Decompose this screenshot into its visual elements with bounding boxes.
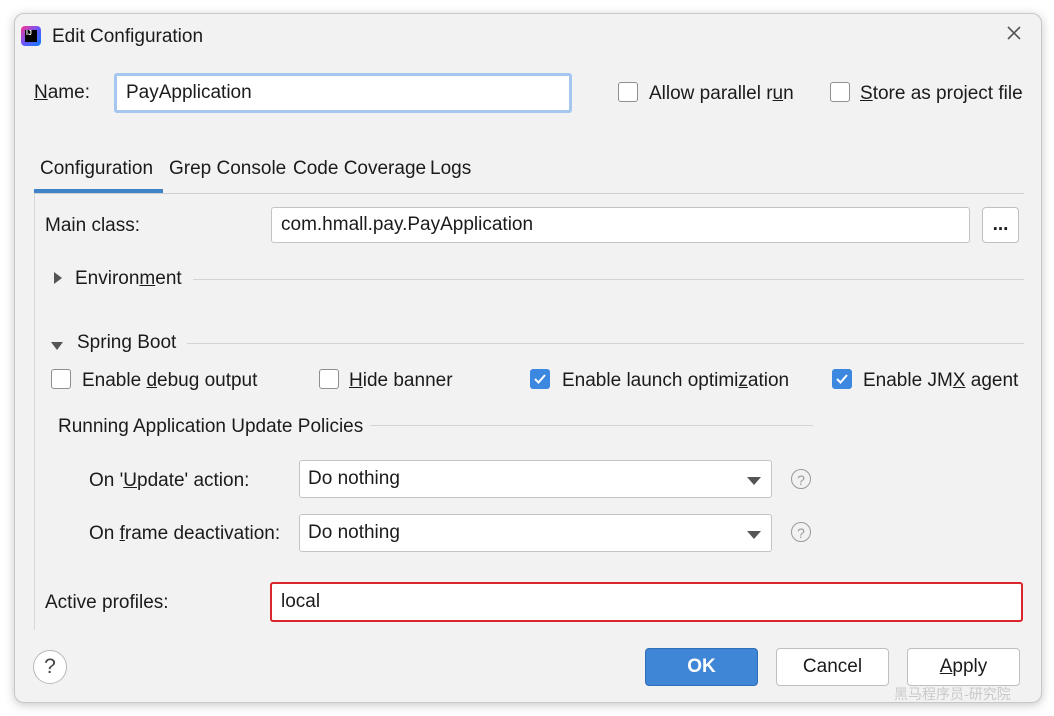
intellij-app-icon: IJ — [21, 26, 41, 46]
spring-boot-separator — [187, 343, 1024, 344]
on-update-action-label: On 'Update' action: — [89, 470, 250, 491]
tab-code-coverage[interactable]: Code Coverage — [293, 159, 426, 178]
update-policies-separator — [370, 425, 813, 426]
active-profiles-input[interactable]: local — [270, 582, 1023, 622]
expand-arrow-icon[interactable] — [53, 271, 63, 290]
hide-banner-label: Hide banner — [349, 370, 453, 391]
active-profiles-label: Active profiles: — [45, 592, 169, 613]
chevron-down-icon — [747, 531, 761, 539]
tab-logs[interactable]: Logs — [430, 159, 471, 178]
tab-configuration[interactable]: Configuration — [40, 159, 153, 178]
tab-divider — [34, 193, 1024, 194]
cancel-button[interactable]: Cancel — [776, 648, 889, 686]
apply-button[interactable]: Apply — [907, 648, 1020, 686]
name-input-value: PayApplication — [126, 82, 252, 103]
checkmark-icon — [836, 374, 848, 384]
store-as-project-file-label: Store as project file — [860, 83, 1023, 104]
browse-main-class-button[interactable]: ... — [982, 207, 1019, 243]
close-icon[interactable] — [1005, 24, 1023, 42]
panel-border — [34, 194, 35, 630]
enable-debug-output-checkbox[interactable] — [51, 369, 71, 389]
update-policies-title: Running Application Update Policies — [58, 416, 364, 437]
name-label: Name: — [34, 82, 90, 103]
allow-parallel-run-label: Allow parallel run — [649, 83, 794, 104]
main-class-label: Main class: — [45, 215, 141, 236]
spring-boot-section-header[interactable]: Spring Boot — [77, 333, 176, 352]
main-class-input[interactable]: com.hmall.pay.PayApplication — [271, 207, 970, 243]
on-update-action-select[interactable]: Do nothing — [299, 460, 772, 498]
help-button[interactable]: ? — [33, 650, 67, 684]
ok-button[interactable]: OK — [645, 648, 758, 686]
watermark-text: 黑马程序员-研究院 — [894, 687, 1011, 703]
window-title: Edit Configuration — [52, 26, 204, 47]
tab-grep-console[interactable]: Grep Console — [169, 159, 286, 178]
environment-separator — [193, 279, 1024, 280]
enable-launch-optimization-label: Enable launch optimization — [562, 370, 790, 391]
enable-jmx-agent-checkbox[interactable] — [832, 369, 852, 389]
environment-section-header[interactable]: Environment — [75, 269, 182, 288]
checkmark-icon — [534, 374, 546, 384]
enable-debug-output-label: Enable debug output — [82, 370, 258, 391]
main-class-value: com.hmall.pay.PayApplication — [281, 214, 534, 235]
active-profiles-value: local — [281, 591, 321, 612]
name-input[interactable]: PayApplication — [114, 73, 572, 113]
on-frame-deactivation-label: On frame deactivation: — [89, 523, 281, 544]
store-as-project-file-checkbox[interactable] — [830, 82, 850, 102]
question-mark-icon[interactable]: ? — [791, 522, 811, 542]
on-frame-deactivation-value: Do nothing — [308, 522, 400, 543]
allow-parallel-run-checkbox[interactable] — [618, 82, 638, 102]
enable-launch-optimization-checkbox[interactable] — [530, 369, 550, 389]
on-frame-deactivation-select[interactable]: Do nothing — [299, 514, 772, 552]
on-update-action-value: Do nothing — [308, 468, 400, 489]
question-mark-icon[interactable]: ? — [791, 469, 811, 489]
collapse-arrow-icon[interactable] — [50, 338, 64, 356]
hide-banner-checkbox[interactable] — [319, 369, 339, 389]
enable-jmx-agent-label: Enable JMX agent — [863, 370, 1019, 391]
chevron-down-icon — [747, 477, 761, 485]
